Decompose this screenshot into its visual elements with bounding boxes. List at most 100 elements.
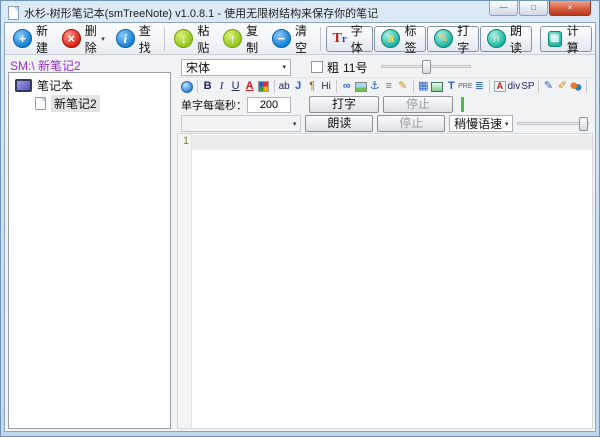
pen-icon[interactable]: ✐ [556,81,568,92]
highlight-icon[interactable]: ab [278,81,290,92]
typing-button[interactable]: ✎ 打字 [427,24,480,55]
link-icon[interactable]: ∞ [341,81,353,92]
right-panel: 宋体 ▾ 粗 11号 B I U A ab J ¶ Hi ∞ ⚓ ≡ ✎ ▦ T… [177,57,593,429]
palette-icon[interactable] [258,81,270,92]
div-icon[interactable]: div [508,81,521,92]
globe-a-icon: a [381,29,401,48]
left-panel: SM:\ 新笔记2 笔记本 新笔记2 [8,57,171,429]
tree-item-note[interactable]: 新笔记2 [11,94,168,112]
font-size-label: 11号 [343,60,368,75]
font-tr-icon: Tr [332,30,347,46]
bold-checkbox[interactable] [311,61,323,73]
current-line-highlight [192,135,592,150]
note-edit-icon[interactable]: ✎ [542,81,554,92]
a-style-icon[interactable]: A [493,81,506,92]
icon-separator [197,80,198,93]
plus-circle-icon: + [13,29,32,48]
note-editor[interactable]: 1 [177,133,593,429]
speech-speed-value: 稍慢语速 [454,117,503,131]
typing-speed-group: 单字每毫秒： [181,96,305,113]
chevron-down-icon: ▾ [282,64,286,71]
font-color-icon[interactable]: A [244,81,256,92]
calculate-button[interactable]: ▦ 计算 [540,24,593,55]
slider-thumb[interactable] [421,60,431,74]
read-button[interactable]: 朗读 [305,115,374,132]
app-icon [8,5,19,20]
bold-icon[interactable]: B [202,81,214,92]
speech-speed-slider[interactable] [517,116,590,131]
read-aloud-button[interactable]: ∩ 朗读 [480,24,532,55]
pilcrow-icon[interactable]: ¶ [306,81,318,92]
users-icon[interactable] [570,81,583,92]
list-icon[interactable]: ≣ [473,81,485,92]
typing-row: 单字每毫秒： 打字 停止 [177,95,593,114]
copy-button-label: 复制 [246,23,259,55]
icon-separator [489,80,490,93]
note-path-label: SM:\ 新笔记2 [10,59,81,73]
close-button[interactable]: × [549,1,591,16]
main-toolbar: + 新建 × 删除 ▾ i 查找 ↓ 粘贴 ↑ 复制 − 清空 Tr 字体 a … [5,23,595,55]
line-number-gutter: 1 [178,134,192,428]
underline-icon[interactable]: U [230,81,242,92]
speech-speed-select[interactable]: 稍慢语速 ▾ [449,115,514,132]
font-family-value: 宋体 [186,60,211,75]
copy-button[interactable]: ↑ 复制 [218,20,266,58]
voice-select[interactable]: ▾ [181,115,302,132]
font-row: 宋体 ▾ 粗 11号 [177,57,593,77]
minimize-button[interactable]: — [489,1,518,16]
toolbar-separator [319,26,321,51]
find-button[interactable]: i 查找 [111,20,159,58]
read-stop-button[interactable]: 停止 [377,115,446,132]
anchor-icon[interactable]: ⚓ [369,81,381,92]
tag-button[interactable]: a 标签 [374,24,427,55]
window-title: 水杉-树形笔记本(smTreeNote) v1.0.8.1 - 使用无限树结构来… [24,7,379,20]
pre-icon[interactable]: PRE [458,83,472,90]
maximize-button[interactable]: □ [519,1,548,16]
icon-separator [336,80,337,93]
icon-separator [273,80,275,93]
tree-item-label: 笔记本 [37,78,74,93]
insert-j-icon[interactable]: J [292,81,304,92]
superscript-icon[interactable]: Hi [320,81,332,92]
new-button[interactable]: + 新建 [8,20,56,58]
note-page-icon [35,96,46,110]
line-number: 1 [182,135,189,147]
sp-icon[interactable]: SP [521,81,534,92]
editor-text-area[interactable] [192,134,592,428]
note-tree: 笔记本 新笔记2 [8,72,171,429]
clear-button-label: 清空 [294,23,307,55]
paste-button[interactable]: ↓ 粘贴 [169,20,217,58]
hr-icon[interactable]: ≡ [383,81,395,92]
tree-item-notebook[interactable]: 笔记本 [11,76,168,94]
format-icon-strip: B I U A ab J ¶ Hi ∞ ⚓ ≡ ✎ ▦ T PRE ≣ A di… [177,77,593,95]
edit-pencil-icon[interactable]: ✎ [397,81,409,92]
italic-icon[interactable]: I [216,81,228,92]
new-button-label: 新建 [36,23,49,55]
font-size-slider[interactable] [381,60,472,74]
font-button-label: 字体 [350,23,363,55]
type-button[interactable]: 打字 [309,96,379,113]
media-icon[interactable] [431,81,444,92]
arrow-down-circle-icon: ↓ [174,29,194,48]
bold-checkbox-label: 粗 [327,60,340,75]
tag-button-label: 标签 [404,23,417,55]
image-icon[interactable] [354,81,367,92]
font-button[interactable]: Tr 字体 [325,24,374,55]
delete-button[interactable]: × 删除 ▾ [57,20,110,58]
type-stop-button[interactable]: 停止 [383,96,453,113]
font-family-select[interactable]: 宋体 ▾ [181,58,291,76]
table-icon[interactable]: ▦ [417,81,429,92]
globe-icon[interactable] [181,80,193,93]
calculator-icon: ▦ [548,30,562,47]
clear-button[interactable]: − 清空 [267,20,315,58]
paste-button-label: 粘贴 [197,23,210,55]
ms-per-char-input[interactable] [247,96,291,113]
icon-separator [412,80,414,93]
slider-thumb[interactable] [579,116,589,131]
headphones-circle-icon: ∩ [487,29,507,48]
info-circle-icon: i [115,29,135,48]
text-t-icon[interactable]: T [445,81,457,92]
delete-dropdown-icon[interactable]: ▾ [101,35,105,43]
pencil-circle-icon: ✎ [434,29,454,48]
reading-row: ▾ 朗读 停止 稍慢语速 ▾ [177,114,593,133]
